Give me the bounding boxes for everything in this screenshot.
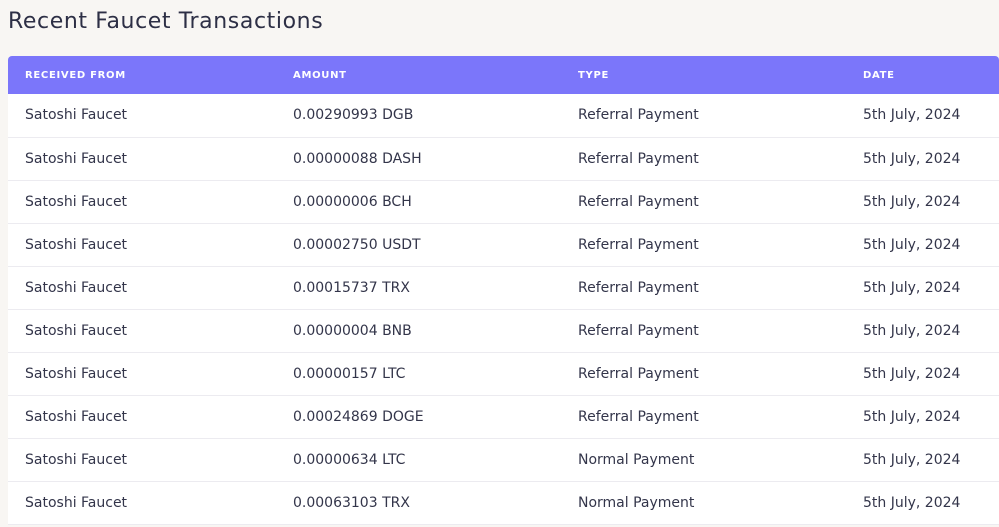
cell-amount: 0.00024869 DOGE bbox=[293, 408, 424, 425]
cell-amount: 0.00063103 TRX bbox=[293, 494, 410, 511]
cell-type: Referral Payment bbox=[578, 107, 699, 124]
cell-received-from: Satoshi Faucet bbox=[25, 408, 128, 425]
cell-type: Referral Payment bbox=[578, 150, 699, 167]
cell-amount: 0.00000157 LTC bbox=[293, 365, 406, 382]
transactions-table-container: RECEIVED FROM AMOUNT TYPE DATE Satoshi F… bbox=[8, 56, 999, 527]
cell-date: 5th July, 2024 bbox=[863, 322, 961, 339]
column-header-amount: AMOUNT bbox=[293, 69, 347, 81]
cell-date: 5th July, 2024 bbox=[863, 236, 961, 253]
table-row: Satoshi Faucet 0.00290993 DGB Referral P… bbox=[8, 94, 999, 137]
cell-date: 5th July, 2024 bbox=[863, 279, 961, 296]
cell-received-from: Satoshi Faucet bbox=[25, 150, 128, 167]
cell-received-from: Satoshi Faucet bbox=[25, 193, 128, 210]
cell-received-from: Satoshi Faucet bbox=[25, 451, 128, 468]
table-row: Satoshi Faucet 0.00015737 TRX Referral P… bbox=[8, 266, 999, 309]
cell-amount: 0.00002750 USDT bbox=[293, 236, 421, 253]
cell-type: Referral Payment bbox=[578, 279, 699, 296]
cell-type: Referral Payment bbox=[578, 193, 699, 210]
table-row: Satoshi Faucet 0.00002750 USDT Referral … bbox=[8, 223, 999, 266]
cell-type: Referral Payment bbox=[578, 408, 699, 425]
table-row: Satoshi Faucet 0.00000088 DASH Referral … bbox=[8, 137, 999, 180]
cell-date: 5th July, 2024 bbox=[863, 107, 961, 124]
cell-type: Referral Payment bbox=[578, 365, 699, 382]
table-body: Satoshi Faucet 0.00290993 DGB Referral P… bbox=[8, 94, 999, 524]
cell-amount: 0.00000634 LTC bbox=[293, 451, 406, 468]
cell-amount: 0.00000006 BCH bbox=[293, 193, 412, 210]
column-header-date: DATE bbox=[863, 69, 895, 81]
cell-date: 5th July, 2024 bbox=[863, 451, 961, 468]
cell-type: Referral Payment bbox=[578, 236, 699, 253]
table-row: Satoshi Faucet 0.00000006 BCH Referral P… bbox=[8, 180, 999, 223]
cell-amount: 0.00000088 DASH bbox=[293, 150, 422, 167]
table-row: Satoshi Faucet 0.00000004 BNB Referral P… bbox=[8, 309, 999, 352]
cell-date: 5th July, 2024 bbox=[863, 494, 961, 511]
cell-received-from: Satoshi Faucet bbox=[25, 107, 128, 124]
table-row: Satoshi Faucet 0.00000634 LTC Normal Pay… bbox=[8, 438, 999, 481]
cell-amount: 0.00000004 BNB bbox=[293, 322, 412, 339]
cell-received-from: Satoshi Faucet bbox=[25, 279, 128, 296]
cell-type: Normal Payment bbox=[578, 451, 695, 468]
page-title: Recent Faucet Transactions bbox=[8, 9, 324, 34]
cell-received-from: Satoshi Faucet bbox=[25, 494, 128, 511]
cell-type: Normal Payment bbox=[578, 494, 695, 511]
column-header-received-from: RECEIVED FROM bbox=[25, 69, 126, 81]
table-row: Satoshi Faucet 0.00024869 DOGE Referral … bbox=[8, 395, 999, 438]
cell-date: 5th July, 2024 bbox=[863, 150, 961, 167]
cell-date: 5th July, 2024 bbox=[863, 408, 961, 425]
column-header-type: TYPE bbox=[578, 69, 610, 81]
cell-received-from: Satoshi Faucet bbox=[25, 236, 128, 253]
cell-received-from: Satoshi Faucet bbox=[25, 365, 128, 382]
transactions-table: RECEIVED FROM AMOUNT TYPE DATE Satoshi F… bbox=[8, 56, 999, 525]
cell-received-from: Satoshi Faucet bbox=[25, 322, 128, 339]
table-row: Satoshi Faucet 0.00000157 LTC Referral P… bbox=[8, 352, 999, 395]
table-row: Satoshi Faucet 0.00063103 TRX Normal Pay… bbox=[8, 481, 999, 524]
cell-date: 5th July, 2024 bbox=[863, 365, 961, 382]
cell-amount: 0.00290993 DGB bbox=[293, 107, 414, 124]
cell-type: Referral Payment bbox=[578, 322, 699, 339]
table-header-row: RECEIVED FROM AMOUNT TYPE DATE bbox=[8, 56, 999, 94]
cell-date: 5th July, 2024 bbox=[863, 193, 961, 210]
cell-amount: 0.00015737 TRX bbox=[293, 279, 410, 296]
table-header: RECEIVED FROM AMOUNT TYPE DATE bbox=[8, 56, 999, 94]
